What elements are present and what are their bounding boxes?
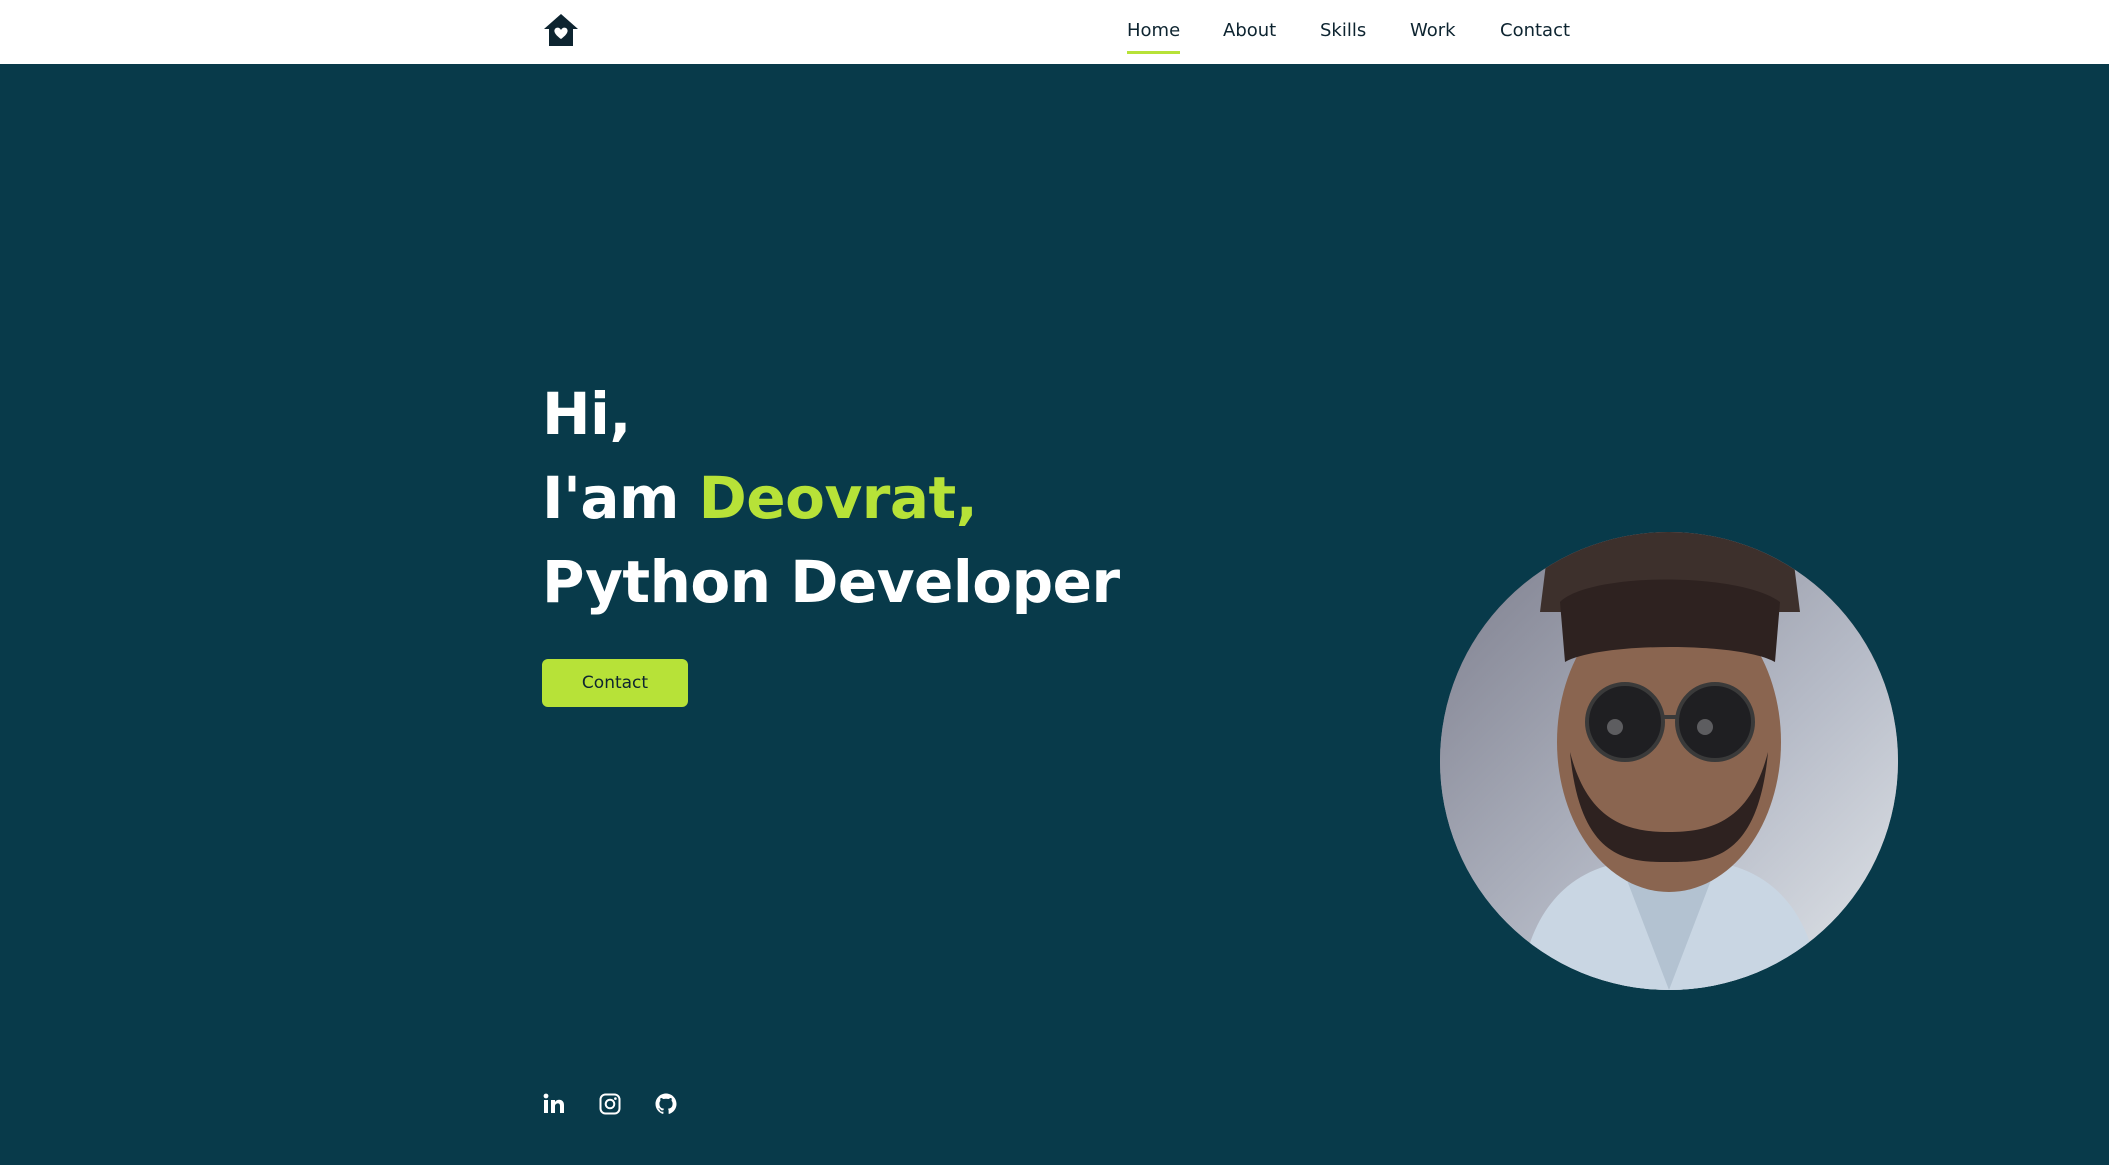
top-navbar: Home About Skills Work Contact (0, 0, 2109, 64)
nav-item-home[interactable]: Home (1127, 20, 1181, 54)
nav-item-work[interactable]: Work (1410, 20, 1456, 41)
hero-greeting: Hi, (542, 380, 631, 448)
github-icon[interactable] (654, 1092, 678, 1116)
hero-intro: I'am Deovrat, (542, 456, 1120, 540)
hero-intro-prefix: I'am (542, 464, 699, 532)
profile-photo (1440, 532, 1898, 990)
nav-item-skills[interactable]: Skills (1320, 20, 1366, 41)
contact-button[interactable]: Contact (542, 659, 688, 707)
instagram-icon[interactable] (598, 1092, 622, 1116)
main-nav: Home About Skills Work Contact (1110, 0, 1580, 64)
nav-item-about[interactable]: About (1223, 20, 1276, 41)
nav-item-contact[interactable]: Contact (1500, 20, 1570, 41)
linkedin-icon[interactable] (542, 1092, 566, 1116)
hero-heading: Hi, I'am Deovrat, Python Developer (542, 372, 1120, 624)
hero-role: Python Developer (542, 548, 1120, 616)
hero-name: Deovrat, (698, 464, 978, 532)
home-heart-icon[interactable] (542, 12, 580, 48)
